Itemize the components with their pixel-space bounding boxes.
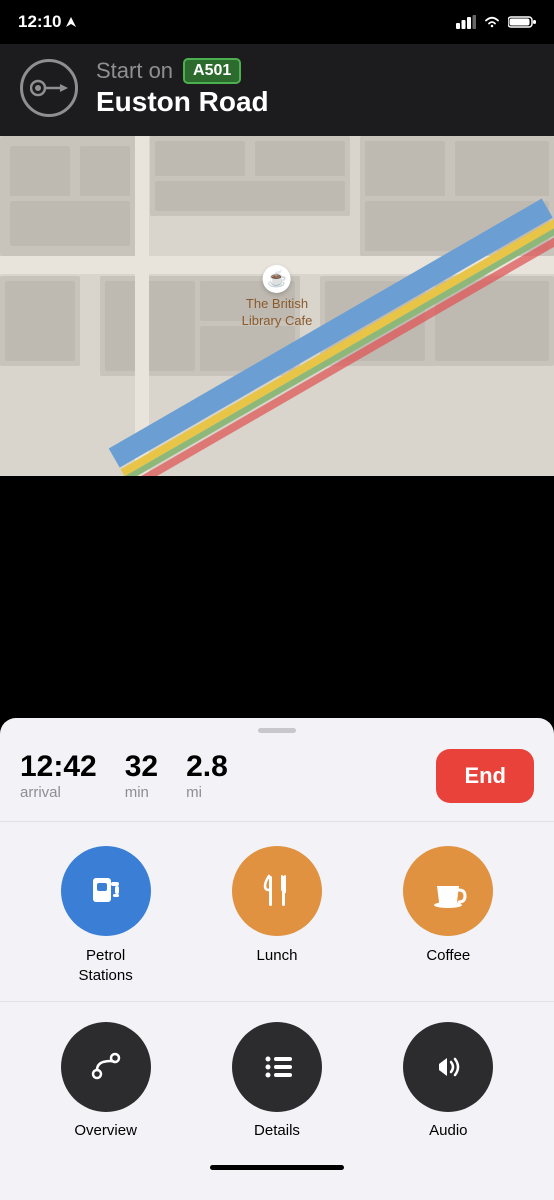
nav-instruction: Start on A501 Euston Road — [96, 58, 269, 118]
status-time: 12:10 — [18, 12, 77, 32]
audio-circle[interactable] — [403, 1022, 493, 1112]
arrival-time: 12:42 — [20, 752, 97, 782]
coffee-icon — [425, 868, 471, 914]
arrival-label: arrival — [20, 784, 97, 801]
petrol-icon — [83, 868, 129, 914]
turn-icon — [30, 74, 68, 102]
action-details[interactable]: Details — [232, 1022, 322, 1139]
poi-label: The BritishLibrary Cafe — [242, 296, 313, 330]
petrol-label: PetrolStations — [79, 946, 133, 985]
time-display: 12:10 — [18, 12, 61, 32]
start-label: Start on — [96, 58, 173, 84]
category-lunch[interactable]: Lunch — [232, 846, 322, 985]
overview-label: Overview — [74, 1122, 137, 1139]
details-circle[interactable] — [232, 1022, 322, 1112]
details-icon — [254, 1044, 300, 1090]
nav-header: Start on A501 Euston Road — [0, 44, 554, 136]
status-bar: 12:10 — [0, 0, 554, 44]
battery-icon — [508, 15, 536, 29]
road-badge: A501 — [183, 58, 241, 84]
cafe-icon: ☕ — [263, 265, 291, 293]
home-indicator — [210, 1165, 344, 1170]
duration-value: 32 — [125, 752, 158, 782]
distance-stat: 2.8 mi — [186, 752, 228, 801]
trip-info-row: 12:42 arrival 32 min 2.8 mi End — [0, 749, 554, 822]
nav-direction-icon — [20, 59, 78, 117]
duration-label: min — [125, 784, 158, 801]
road-name: Euston Road — [96, 86, 269, 118]
actions-row: Overview Details — [0, 1002, 554, 1149]
overview-icon — [83, 1044, 129, 1090]
details-label: Details — [254, 1122, 300, 1139]
sheet-handle — [258, 728, 296, 733]
category-petrol[interactable]: PetrolStations — [61, 846, 151, 985]
duration-stat: 32 min — [125, 752, 158, 801]
distance-label: mi — [186, 784, 228, 801]
end-button[interactable]: End — [436, 749, 534, 803]
wifi-icon — [483, 15, 501, 29]
category-coffee[interactable]: Coffee — [403, 846, 493, 985]
distance-value: 2.8 — [186, 752, 228, 782]
coffee-label: Coffee — [426, 946, 470, 966]
coffee-circle[interactable] — [403, 846, 493, 936]
lunch-label: Lunch — [257, 946, 298, 966]
overview-circle[interactable] — [61, 1022, 151, 1112]
status-icons — [456, 15, 536, 29]
map-view[interactable]: ☕ The BritishLibrary Cafe — [0, 136, 554, 476]
petrol-circle[interactable] — [61, 846, 151, 936]
signal-icon — [456, 15, 476, 29]
audio-label: Audio — [429, 1122, 467, 1139]
arrival-stat: 12:42 arrival — [20, 752, 97, 801]
lunch-circle[interactable] — [232, 846, 322, 936]
action-audio[interactable]: Audio — [403, 1022, 493, 1139]
categories-row: PetrolStations Lunch — [0, 822, 554, 1002]
location-icon — [65, 16, 77, 28]
action-overview[interactable]: Overview — [61, 1022, 151, 1139]
map-poi-british-library: ☕ The BritishLibrary Cafe — [242, 265, 313, 330]
audio-icon — [425, 1044, 471, 1090]
bottom-sheet: 12:42 arrival 32 min 2.8 mi End — [0, 718, 554, 1200]
lunch-icon — [254, 868, 300, 914]
